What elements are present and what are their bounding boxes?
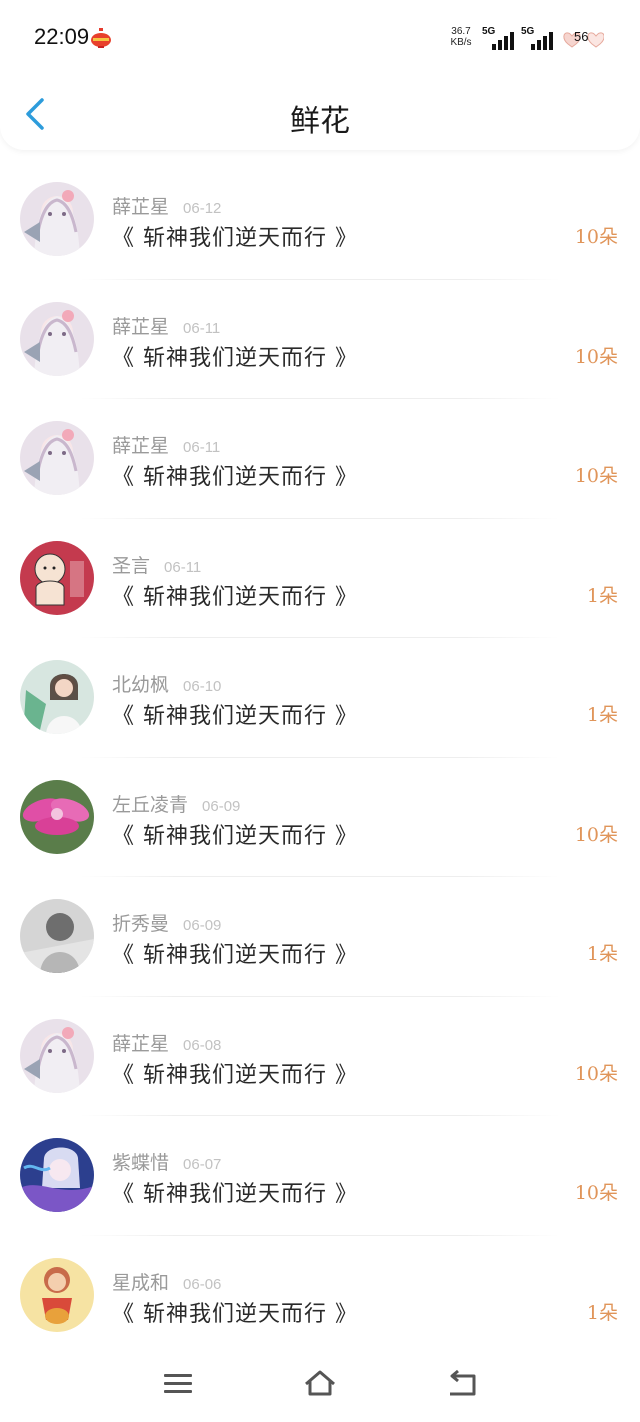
- sender-name-text: 薛芷星: [112, 1032, 170, 1055]
- list-item[interactable]: 薛芷星 06-08 《 斩神我们逆天而行 》 10朵: [0, 997, 640, 1116]
- send-date: 06-06: [183, 1275, 222, 1293]
- list-item[interactable]: 折秀曼 06-09 《 斩神我们逆天而行 》 1朵: [0, 877, 640, 997]
- avatar[interactable]: [20, 779, 94, 854]
- sender-name-text: 薛芷星: [112, 196, 170, 218]
- sender-name-text: 圣言: [112, 554, 151, 577]
- book-title: 《 斩神我们逆天而行 》: [112, 1062, 358, 1088]
- sender-name: 薛芷星 06-12: [112, 192, 221, 219]
- send-date: 06-09: [183, 917, 222, 934]
- sender-name: 折秀曼 06-09: [112, 909, 221, 936]
- sender-name-text: 左丘凌青: [112, 793, 189, 816]
- flower-record-list: 薛芷星 06-12 《 斩神我们逆天而行 》 10朵 薛芷星 06-11 《 斩神我们逆天而…: [0, 160, 640, 1355]
- avatar[interactable]: [20, 421, 94, 495]
- avatar[interactable]: [20, 1018, 94, 1093]
- sim1-label: 5G: [482, 26, 496, 37]
- list-item[interactable]: 北幼枫 06-10 《 斩神我们逆天而行 》 1朵: [0, 638, 640, 758]
- sender-name: 薛芷星 06-11: [112, 431, 220, 458]
- flower-count: 10朵: [574, 226, 618, 248]
- flower-count: 10朵: [574, 465, 618, 487]
- sim1-signal-icon: 5G: [482, 26, 518, 50]
- avatar[interactable]: [20, 1138, 94, 1212]
- avatar[interactable]: [20, 660, 94, 734]
- network-speed-value: 36.7: [451, 26, 471, 37]
- menu-icon[interactable]: [160, 1368, 196, 1400]
- avatar[interactable]: [20, 899, 94, 973]
- send-date: 06-10: [183, 678, 222, 695]
- send-date: 06-11: [183, 319, 221, 337]
- sender-name-text: 星成和: [112, 1271, 170, 1294]
- status-bar: 22:09 36.7 KB/s 5G 5G 56: [0, 0, 640, 80]
- send-date: 06-07: [183, 1156, 222, 1173]
- flower-count: 1朵: [586, 704, 618, 726]
- avatar[interactable]: [20, 182, 94, 256]
- sim2-label: 5G: [521, 26, 535, 37]
- status-time: 22:09: [34, 24, 90, 49]
- list-item[interactable]: 左丘凌青 06-09 《 斩神我们逆天而行 》 10朵: [0, 758, 640, 877]
- list-item[interactable]: 星成和 06-06 《 斩神我们逆天而行 》 1朵: [0, 1236, 640, 1355]
- home-icon[interactable]: [302, 1368, 338, 1400]
- flower-count: 10朵: [574, 823, 618, 846]
- list-item[interactable]: 薛芷星 06-11 《 斩神我们逆天而行 》 10朵: [0, 280, 640, 399]
- sender-name-text: 折秀曼: [112, 913, 170, 935]
- system-nav-bar: [0, 1350, 640, 1422]
- sim2-signal-icon: 5G: [521, 26, 557, 50]
- book-title: 《 斩神我们逆天而行 》: [112, 345, 358, 371]
- book-title: 《 斩神我们逆天而行 》: [112, 1182, 358, 1207]
- send-date: 06-12: [183, 200, 222, 217]
- sender-name-text: 薛芷星: [112, 315, 170, 338]
- sender-name-text: 薛芷星: [112, 435, 170, 457]
- send-date: 06-11: [164, 558, 202, 576]
- sender-name: 薛芷星 06-08: [112, 1029, 221, 1056]
- top-bar: 22:09 36.7 KB/s 5G 5G 56 鲜花: [0, 0, 640, 150]
- sender-name: 北幼枫 06-10: [112, 670, 221, 697]
- book-title: 《 斩神我们逆天而行 》: [112, 226, 358, 251]
- sender-name-text: 北幼枫: [112, 674, 170, 696]
- network-speed-unit: KB/s: [450, 37, 472, 48]
- list-item[interactable]: 薛芷星 06-12 《 斩神我们逆天而行 》 10朵: [0, 160, 640, 280]
- send-date: 06-11: [183, 439, 221, 456]
- sender-name-text: 紫蝶惜: [112, 1152, 170, 1174]
- list-item[interactable]: 薛芷星 06-11 《 斩神我们逆天而行 》 10朵: [0, 399, 640, 519]
- lantern-icon: [90, 28, 112, 48]
- sender-name: 圣言 06-11: [112, 551, 201, 578]
- book-title: 《 斩神我们逆天而行 》: [112, 704, 358, 729]
- flower-count: 1朵: [586, 584, 618, 607]
- network-speed: 36.7 KB/s: [446, 26, 476, 48]
- book-title: 《 斩神我们逆天而行 》: [112, 943, 358, 968]
- nav-bar: 鲜花: [0, 80, 640, 150]
- avatar[interactable]: [20, 301, 94, 376]
- flower-count: 1朵: [586, 943, 618, 965]
- send-date: 06-09: [202, 797, 241, 815]
- book-title: 《 斩神我们逆天而行 》: [112, 1301, 358, 1327]
- flower-count: 10朵: [574, 1062, 618, 1085]
- back-icon[interactable]: [444, 1368, 480, 1400]
- send-date: 06-08: [183, 1036, 222, 1054]
- sender-name: 薛芷星 06-11: [112, 312, 220, 339]
- book-title: 《 斩神我们逆天而行 》: [112, 465, 358, 490]
- avatar[interactable]: [20, 1257, 94, 1332]
- avatar[interactable]: [20, 540, 94, 615]
- list-item[interactable]: 圣言 06-11 《 斩神我们逆天而行 》 1朵: [0, 519, 640, 638]
- book-title: 《 斩神我们逆天而行 》: [112, 823, 358, 849]
- sender-name: 紫蝶惜 06-07: [112, 1148, 221, 1175]
- battery-level: 56: [574, 29, 589, 44]
- battery-icon: 56: [562, 28, 604, 48]
- book-title: 《 斩神我们逆天而行 》: [112, 584, 358, 610]
- sender-name: 星成和 06-06: [112, 1268, 221, 1295]
- page-title: 鲜花: [290, 104, 350, 139]
- flower-count: 10朵: [574, 1182, 618, 1204]
- sender-name: 左丘凌青 06-09: [112, 790, 240, 817]
- flower-count: 10朵: [574, 345, 618, 368]
- flower-count: 1朵: [586, 1301, 618, 1324]
- list-item[interactable]: 紫蝶惜 06-07 《 斩神我们逆天而行 》 10朵: [0, 1116, 640, 1236]
